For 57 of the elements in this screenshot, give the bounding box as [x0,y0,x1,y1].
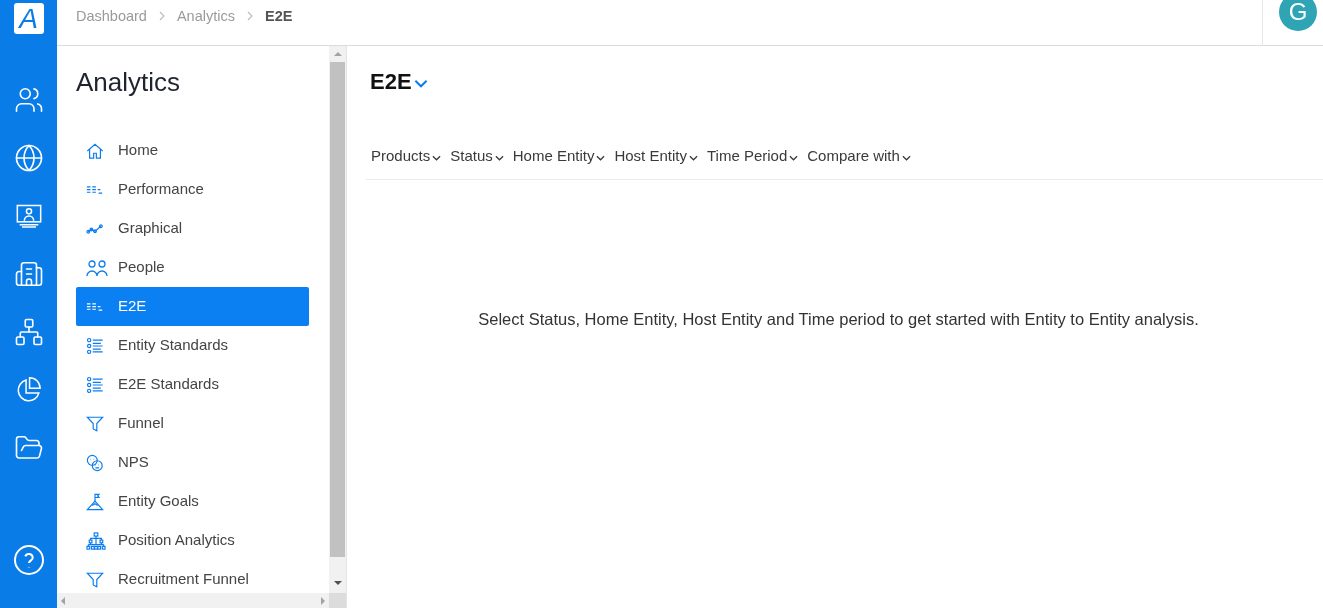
menu-item[interactable]: People [76,248,309,287]
filter-dropdown[interactable]: Host Entity [614,145,698,168]
caret-icon [901,154,911,161]
dashed-lines-icon [86,301,104,312]
menu-item[interactable]: E2E Standards [76,365,309,404]
hierarchy-icon [86,531,106,550]
menu-item[interactable]: Entity Standards [76,326,309,365]
presentation-person-icon[interactable] [14,202,43,230]
empty-state-message: Select Status, Home Entity, Host Entity and Time period to get started with Entity to Entity analysis. [477,309,1200,330]
menu-item[interactable]: Recruitment Funnel [76,560,309,593]
scrollbar-thumb[interactable] [330,62,345,557]
filter-dropdown[interactable]: Time Period [706,145,799,168]
horizontal-scrollbar[interactable] [57,593,329,608]
sidebar-title: Analytics [76,66,182,99]
checklist-icon [86,336,104,355]
dashed-lines-icon [86,184,104,195]
hierarchy-icon[interactable] [13,317,44,347]
chevron-right-icon [158,11,165,21]
menu-item[interactable]: NPS [76,443,309,482]
app-logo[interactable]: A [13,3,44,34]
home-icon [86,141,104,160]
help-icon[interactable] [12,544,45,576]
menu-item[interactable]: Performance [76,170,309,209]
people-icon [86,258,108,277]
caret-icon [789,154,799,161]
menu-item[interactable]: Entity Goals [76,482,309,521]
menu-item[interactable]: Position Analytics [76,521,309,560]
faces-icon [86,453,104,472]
scroll-up-arrow-icon[interactable] [333,52,342,56]
caret-icon [413,79,428,88]
line-graph-icon [86,223,104,234]
globe-icon[interactable] [13,143,44,173]
filter-dropdown[interactable]: Home Entity [512,145,606,168]
scroll-left-arrow-icon[interactable] [61,596,65,605]
caret-icon [596,154,606,161]
building-icon[interactable] [13,259,44,289]
menu-item[interactable]: Funnel [76,404,309,443]
caret-icon [688,154,698,161]
scroll-right-arrow-icon[interactable] [321,596,325,605]
checklist-icon [86,375,104,394]
filter-dropdown[interactable]: Products [371,145,442,168]
filter-dropdown[interactable]: Compare with [807,145,911,168]
funnel-icon [86,570,104,589]
menu-item[interactable]: Graphical [76,209,309,248]
filter-dropdown[interactable]: Status [450,145,504,168]
scroll-down-arrow-icon[interactable] [333,581,342,585]
mountain-flag-icon [86,492,104,511]
vertical-scrollbar[interactable] [329,46,346,593]
menu-item[interactable]: Home [76,131,309,170]
caret-icon [432,154,442,161]
menu-item[interactable]: E2E [76,287,309,326]
funnel-icon [86,414,104,433]
chevron-right-icon [246,11,253,21]
page-title-dropdown[interactable]: E2E [370,67,428,97]
caret-icon [494,154,504,161]
breadcrumb-current: E2E [264,7,293,26]
people-icon[interactable] [13,85,44,115]
